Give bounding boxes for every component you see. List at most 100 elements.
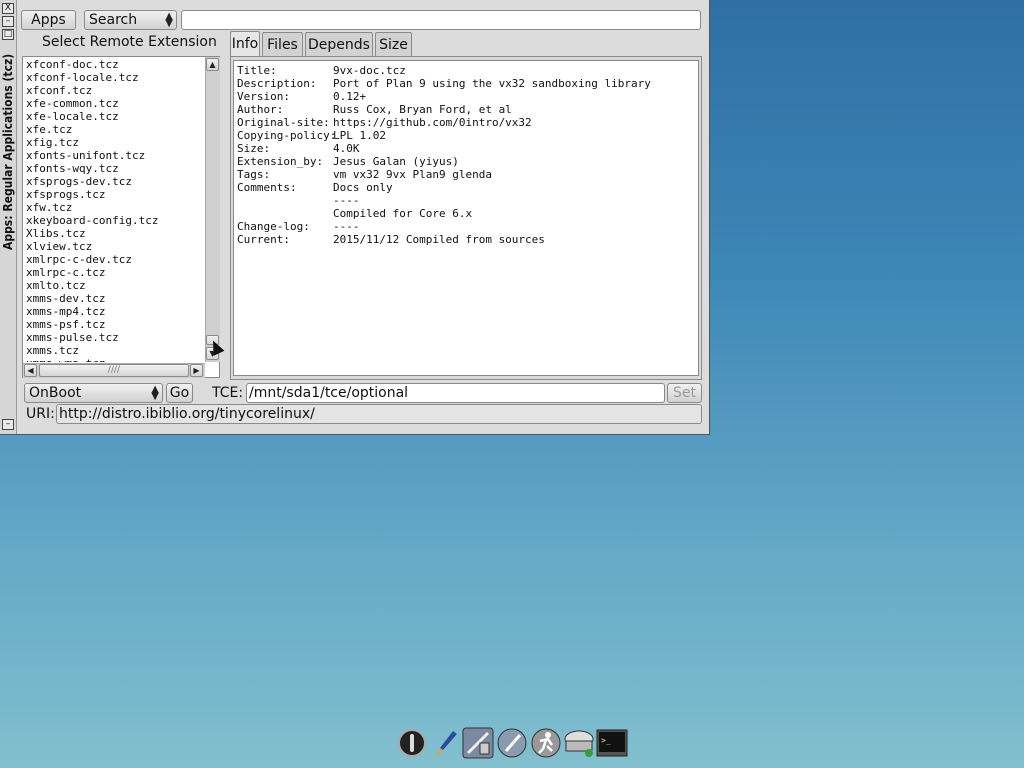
list-item[interactable]: xfconf-doc.tcz (26, 58, 205, 71)
extension-list[interactable]: xfconf-doc.tcz xfconf-locale.tcz xfconf.tc… (22, 56, 220, 378)
list-item[interactable]: xmlrpc-c.tcz (26, 266, 205, 279)
list-item[interactable]: xfe-locale.tcz (26, 110, 205, 123)
vertical-titlebar[interactable]: X – □ Apps: Regular Applications (tcz) – (0, 0, 17, 434)
tab-files[interactable]: Files (262, 32, 303, 56)
package-icon[interactable] (563, 727, 595, 759)
info-value: Jesus Galan (yiyus) (333, 155, 459, 168)
info-value: ---- (333, 220, 360, 233)
list-item[interactable]: xfsprogs.tcz (26, 188, 205, 201)
info-row: Original-site: https://github.com/0intro/… (237, 116, 532, 129)
info-row: Description: Port of Plan 9 using the vx3… (237, 77, 651, 90)
extension-list-items: xfconf-doc.tcz xfconf-locale.tcz xfconf.tc… (23, 57, 205, 362)
tce-path-input[interactable]: /mnt/sda1/tce/optional (246, 383, 665, 403)
list-item[interactable]: xlview.tcz (26, 240, 205, 253)
info-row: ---- (237, 194, 360, 207)
info-row: Copying-policy:LPL 1.02 (237, 129, 386, 142)
info-key: Title: (237, 64, 277, 77)
set-button[interactable]: Set (667, 383, 702, 403)
hscroll-thumb[interactable]: //// (39, 364, 189, 377)
apps-button[interactable]: Apps (21, 10, 76, 30)
svg-text:>_: >_ (601, 736, 611, 745)
list-item[interactable]: xfig.tcz (26, 136, 205, 149)
tab-size[interactable]: Size (375, 32, 412, 56)
info-key: Description: (237, 77, 317, 90)
list-item[interactable]: xmms-wma.tcz (26, 357, 205, 362)
shade-icon[interactable]: – (2, 419, 14, 430)
list-item[interactable]: xfconf-locale.tcz (26, 71, 205, 84)
info-key: Size: (237, 142, 271, 155)
updown-arrows-icon: ▲ ▼ (151, 384, 159, 402)
info-value: 9vx-doc.tcz (333, 64, 406, 77)
info-value: LPL 1.02 (333, 129, 386, 142)
list-item[interactable]: xmms-dev.tcz (26, 292, 205, 305)
list-item[interactable]: xfe-common.tcz (26, 97, 205, 110)
terminal-icon[interactable]: >_ (596, 727, 628, 759)
info-key: Copying-policy: (237, 129, 337, 142)
info-row: Extension_by: Jesus Galan (yiyus) (237, 155, 459, 168)
list-item[interactable]: xfonts-unifont.tcz (26, 149, 205, 162)
list-item[interactable]: xfonts-wqy.tcz (26, 162, 205, 175)
search-mode-label: Search (89, 12, 138, 28)
info-key: Author: (237, 103, 284, 116)
info-key: Extension_by: (237, 155, 324, 168)
info-row: Size: 4.0K (237, 142, 360, 155)
onboot-label: OnBoot (29, 385, 82, 401)
tab-info[interactable]: Info (230, 31, 260, 56)
paintbrush-icon[interactable] (430, 727, 462, 759)
info-text-area[interactable]: Title: 9vx-doc.tcz Description: Port of Pla… (233, 60, 699, 376)
updown-arrows-icon: ▲ ▼ (165, 11, 173, 29)
scroll-up-icon[interactable]: ▲ (206, 58, 219, 71)
info-value: 2015/11/12 Compiled from sources (333, 233, 545, 246)
window-title: Apps: Regular Applications (tcz) (1, 53, 15, 250)
info-key: Version: (237, 90, 290, 103)
search-input[interactable] (181, 10, 701, 30)
list-vertical-scrollbar[interactable]: ▲ ▼ (205, 57, 220, 362)
list-item[interactable]: xfsprogs-dev.tcz (26, 175, 205, 188)
power-icon[interactable] (396, 727, 428, 759)
list-item[interactable]: xmms-mp4.tcz (26, 305, 205, 318)
info-row: Title: 9vx-doc.tcz (237, 64, 406, 77)
info-value: ---- (333, 194, 360, 207)
info-panel: Title: 9vx-doc.tcz Description: Port of Pla… (230, 56, 702, 380)
list-item[interactable]: xfw.tcz (26, 201, 205, 214)
info-row: Compiled for Core 6.x (237, 207, 472, 220)
list-item[interactable]: xmms.tcz (26, 344, 205, 357)
list-item[interactable]: Xlibs.tcz (26, 227, 205, 240)
list-item[interactable]: xmms-psf.tcz (26, 318, 205, 331)
scroll-left-icon[interactable]: ◀ (24, 364, 37, 377)
list-item[interactable]: xmlrpc-c-dev.tcz (26, 253, 205, 266)
info-value: Russ Cox, Bryan Ford, et al (333, 103, 512, 116)
info-row: Comments: Docs only (237, 181, 393, 194)
list-item[interactable]: xmms-pulse.tcz (26, 331, 205, 344)
info-row: Change-log: ---- (237, 220, 360, 233)
info-row: Current: 2015/11/12 Compiled from sources (237, 233, 545, 246)
go-button[interactable]: Go (166, 383, 193, 403)
list-item[interactable]: xfe.tcz (26, 123, 205, 136)
settings-grid-icon[interactable] (462, 727, 494, 759)
info-key: Tags: (237, 168, 271, 181)
close-icon[interactable]: X (2, 3, 14, 14)
list-item[interactable]: xmlto.tcz (26, 279, 205, 292)
info-value: https://github.com/0intro/vx32 (333, 116, 532, 129)
uri-label: URI: (26, 406, 55, 422)
info-value: vm vx32 9vx Plan9 glenda (333, 168, 492, 181)
uri-field[interactable]: http://distro.ibiblio.org/tinycorelinux/ (56, 404, 702, 424)
search-mode-select[interactable]: Search ▲ ▼ (84, 10, 177, 30)
runner-icon[interactable] (530, 727, 562, 759)
info-key: Current: (237, 233, 290, 246)
onboot-select[interactable]: OnBoot ▲ ▼ (24, 383, 163, 403)
scroll-right-icon[interactable]: ▶ (190, 364, 203, 377)
list-item[interactable]: xkeyboard-config.tcz (26, 214, 205, 227)
list-item[interactable]: xfconf.tcz (26, 84, 205, 97)
info-key: Change-log: (237, 220, 310, 233)
info-key: Comments: (237, 181, 297, 194)
info-value: 4.0K (333, 142, 360, 155)
info-value: Port of Plan 9 using the vx32 sandboxing… (333, 77, 651, 90)
maximize-icon[interactable]: □ (2, 29, 14, 40)
info-value: Docs only (333, 181, 393, 194)
info-value: 0.12+ (333, 90, 367, 103)
tab-depends[interactable]: Depends (305, 32, 373, 56)
minimize-icon[interactable]: – (2, 16, 14, 27)
mount-icon[interactable] (496, 727, 528, 759)
list-horizontal-scrollbar[interactable]: ◀ //// ▶ (23, 363, 205, 378)
